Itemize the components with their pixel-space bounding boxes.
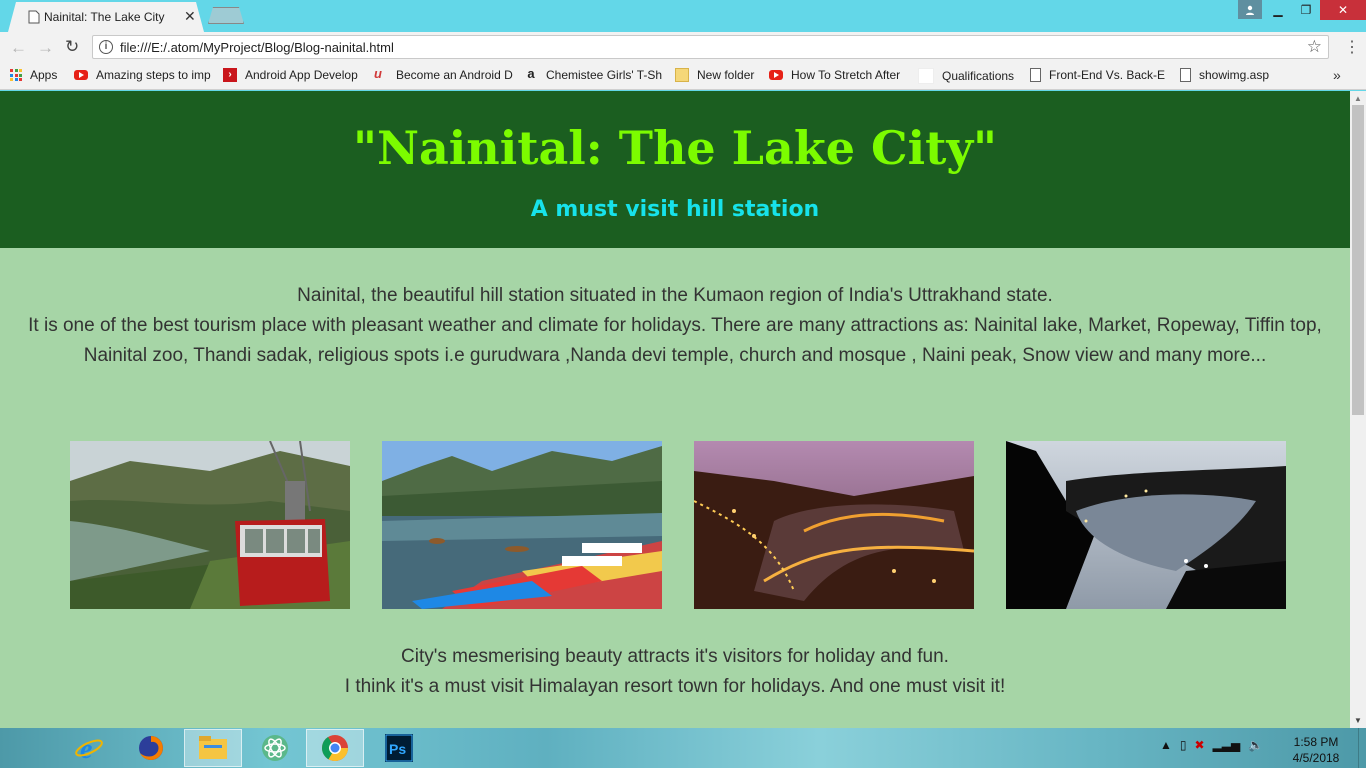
photo-night-lake xyxy=(1006,441,1286,609)
photo-gallery xyxy=(70,441,1286,609)
photo-night-city xyxy=(694,441,974,609)
scroll-down-arrow-icon[interactable]: ▼ xyxy=(1354,716,1362,725)
windows-taskbar: e Ps ▲ ▯ ✖ ▂▃▅ 🔈 1:58 PM 4/5/2018 xyxy=(0,728,1366,768)
intro-paragraph: Nainital, the beautiful hill station sit… xyxy=(20,281,1330,371)
chrome-icon[interactable] xyxy=(306,729,364,767)
tab-title: Nainital: The Lake City xyxy=(44,10,165,24)
bookmark-item[interactable]: Amazing steps to imp xyxy=(74,68,211,82)
bookmark-star-icon[interactable]: ☆ xyxy=(1307,37,1322,57)
page-icon xyxy=(1030,68,1041,82)
browser-titlebar: Nainital: The Lake City ✕ ▁ ❐ ✕ xyxy=(0,0,1366,32)
photoshop-icon[interactable]: Ps xyxy=(370,729,428,767)
device-icon[interactable]: ▯ xyxy=(1180,738,1187,752)
more-bookmarks-icon[interactable]: » xyxy=(1333,67,1341,83)
bookmark-item[interactable]: showimg.asp xyxy=(1180,68,1269,82)
profile-icon[interactable] xyxy=(1238,0,1262,19)
bookmark-item[interactable]: u Become an Android D xyxy=(374,66,513,82)
window-controls: ▁ ❐ ✕ xyxy=(1264,0,1366,20)
clock-time: 1:58 PM xyxy=(1293,735,1339,749)
photo-ropeway xyxy=(70,441,350,609)
bookmarks-bar: Apps Amazing steps to imp › Android App … xyxy=(0,62,1366,90)
bookmark-apps[interactable]: Apps xyxy=(10,68,57,82)
bookmark-item[interactable]: › Android App Develop xyxy=(223,68,358,82)
page-icon xyxy=(1180,68,1191,82)
bookmark-item[interactable]: Qualifications xyxy=(918,68,1014,84)
page-subtitle: A must visit hill station xyxy=(530,197,820,222)
file-explorer-icon[interactable] xyxy=(184,729,242,767)
intro-line: Nainital, the beautiful hill station sit… xyxy=(297,285,1053,306)
page-title: "Nainital: The Lake City" xyxy=(352,121,998,175)
scroll-up-arrow-icon[interactable]: ▲ xyxy=(1354,94,1362,103)
address-bar[interactable]: i file:///E:/.atom/MyProject/Blog/Blog-n… xyxy=(92,35,1329,59)
firefox-icon[interactable] xyxy=(122,729,180,767)
browser-toolbar: ← → ↻ i file:///E:/.atom/MyProject/Blog/… xyxy=(0,32,1366,62)
outro-line: City's mesmerising beauty attracts it's … xyxy=(401,646,949,667)
minimize-button[interactable]: ▁ xyxy=(1264,0,1292,20)
bookmark-item[interactable]: How To Stretch After xyxy=(769,68,900,82)
youtube-icon xyxy=(74,70,88,80)
show-hidden-icons-icon[interactable]: ▲ xyxy=(1160,738,1172,752)
svg-text:e: e xyxy=(80,734,92,763)
red-chevron-icon: › xyxy=(223,68,237,82)
folder-icon xyxy=(675,68,689,82)
menu-icon[interactable]: ⋮ xyxy=(1344,37,1360,57)
internet-explorer-icon[interactable]: e xyxy=(60,729,118,767)
page-icon xyxy=(28,10,40,24)
bookmark-item[interactable]: Front-End Vs. Back-E xyxy=(1030,68,1165,82)
page-header: "Nainital: The Lake City" A must visit h… xyxy=(0,91,1350,248)
blank-page-icon xyxy=(918,68,934,84)
udemy-icon: u xyxy=(374,66,382,81)
clock-date: 4/5/2018 xyxy=(1292,751,1340,765)
bookmark-item[interactable]: a Chemistee Girls' T-Sh xyxy=(524,66,662,82)
browser-tab[interactable]: Nainital: The Lake City ✕ xyxy=(8,2,204,32)
svg-text:Ps: Ps xyxy=(389,741,406,757)
close-window-button[interactable]: ✕ xyxy=(1320,0,1366,20)
apps-grid-icon xyxy=(10,69,22,81)
volume-icon[interactable]: 🔈 xyxy=(1248,738,1263,752)
outro-line: I think it's a must visit Himalayan reso… xyxy=(344,676,1006,697)
reload-icon[interactable]: ↻ xyxy=(65,37,79,57)
url-text: file:///E:/.atom/MyProject/Blog/Blog-nai… xyxy=(120,40,394,55)
atom-icon[interactable] xyxy=(246,729,304,767)
forward-arrow-icon[interactable]: → xyxy=(37,38,54,58)
network-error-icon[interactable]: ✖ xyxy=(1195,738,1205,752)
youtube-icon xyxy=(769,70,783,80)
page-viewport: "Nainital: The Lake City" A must visit h… xyxy=(0,91,1350,728)
scrollbar-thumb[interactable] xyxy=(1352,105,1364,415)
info-icon[interactable]: i xyxy=(99,40,113,54)
bookmark-folder[interactable]: New folder xyxy=(675,68,754,82)
signal-icon[interactable]: ▂▃▅ xyxy=(1213,738,1241,752)
taskbar-clock[interactable]: 1:58 PM 4/5/2018 xyxy=(1286,734,1346,766)
intro-line: It is one of the best tourism place with… xyxy=(28,315,1322,366)
tab-close-icon[interactable]: ✕ xyxy=(184,8,196,25)
show-desktop-button[interactable] xyxy=(1358,728,1366,768)
amazon-icon: a xyxy=(527,66,535,81)
back-arrow-icon[interactable]: ← xyxy=(10,38,27,58)
photo-boats xyxy=(382,441,662,609)
system-tray: ▲ ▯ ✖ ▂▃▅ 🔈 xyxy=(1160,738,1263,752)
restore-button[interactable]: ❐ xyxy=(1292,0,1320,20)
vertical-scrollbar[interactable]: ▲ ▼ xyxy=(1350,91,1366,728)
new-tab-button[interactable] xyxy=(208,7,244,24)
outro-paragraph: City's mesmerising beauty attracts it's … xyxy=(20,642,1330,702)
